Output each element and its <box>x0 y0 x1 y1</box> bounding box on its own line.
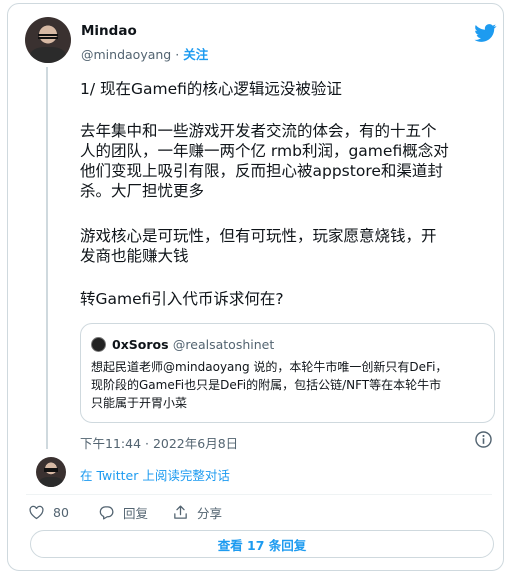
reply-bubble-icon <box>99 505 114 520</box>
follow-link[interactable]: 关注 <box>183 47 208 62</box>
tweet-line: 游戏核心是可玩性，但有可玩性，玩家愿意烧钱，开 <box>80 227 437 245</box>
reply-label: 回复 <box>123 505 149 521</box>
tweet-paragraph-2: 去年集中和一些游戏开发者交流的体会，有的十五个 人的团队，一年赚一两个亿 rmb… <box>80 121 449 201</box>
like-button[interactable]: 80 <box>28 502 69 522</box>
share-button[interactable]: 分享 <box>172 502 222 522</box>
author-avatar-small[interactable] <box>36 457 66 487</box>
tweet-line: 杀。大厂担忧更多 <box>80 182 205 200</box>
quoted-text-line: 只能属于开胃小菜 <box>91 396 188 410</box>
reply-button[interactable]: 回复 <box>98 502 148 522</box>
share-icon <box>174 504 187 519</box>
tweet-paragraph-4: 转Gamefi引入代币诉求何在? <box>80 289 284 309</box>
twitter-bird-icon[interactable] <box>473 22 498 44</box>
tweet-line: 人的团队，一年赚一两个亿 rmb利润，gamefi概念对 <box>80 142 449 160</box>
read-full-conversation-link[interactable]: 在 Twitter 上阅读完整对话 <box>80 465 230 484</box>
heart-icon <box>29 505 44 519</box>
like-count: 80 <box>53 504 69 520</box>
tweet-line: 1/ 现在Gamefi的核心逻辑远没被验证 <box>80 80 342 98</box>
quoted-author-name: 0xSoros <box>112 337 169 352</box>
tweet-line: 去年集中和一些游戏开发者交流的体会，有的十五个 <box>80 122 437 140</box>
handle-separator: · <box>175 47 180 62</box>
info-icon[interactable] <box>474 430 493 449</box>
view-replies-button[interactable]: 查看 17 条回复 <box>30 530 494 558</box>
tweet-paragraph-1: 1/ 现在Gamefi的核心逻辑远没被验证 <box>80 79 342 99</box>
tweet-paragraph-3: 游戏核心是可玩性，但有可玩性，玩家愿意烧钱，开 发商也能赚大钱 <box>80 226 437 266</box>
author-handle[interactable]: @mindaoyang <box>81 47 171 62</box>
tweet-timestamp[interactable]: 下午11:44 · 2022年6月8日 <box>80 433 238 452</box>
tweet-line: 他们变现上吸引有限，反而担心被appstore和渠道封 <box>80 162 443 180</box>
embedded-tweet-card: Mindao @mindaoyang · 关注 1/ 现在Gamefi的核心逻辑… <box>7 3 504 571</box>
quoted-text-line: 想起民道老师@mindaoyang 说的，本轮牛市唯一创新只有DeFi， <box>91 360 448 374</box>
thread-connector-line <box>46 67 48 449</box>
author-handle-row: @mindaoyang · 关注 <box>81 44 208 63</box>
author-name[interactable]: Mindao <box>81 23 137 39</box>
quoted-author-avatar <box>91 337 106 352</box>
share-label: 分享 <box>197 505 223 521</box>
tweet-line: 发商也能赚大钱 <box>80 247 189 265</box>
quoted-author-handle: @realsatoshinet <box>172 337 275 352</box>
divider <box>26 494 492 495</box>
author-avatar[interactable] <box>25 17 71 63</box>
quoted-author: 0xSoros @realsatoshinet <box>112 337 274 352</box>
quoted-tweet[interactable]: 0xSoros @realsatoshinet 想起民道老师@mindaoyan… <box>80 323 495 423</box>
quoted-text-line: 现阶段的GameFi也只是DeFi的附属，包括公链/NFT等在本轮牛市 <box>91 378 442 392</box>
tweet-line: 转Gamefi引入代币诉求何在? <box>80 290 284 308</box>
